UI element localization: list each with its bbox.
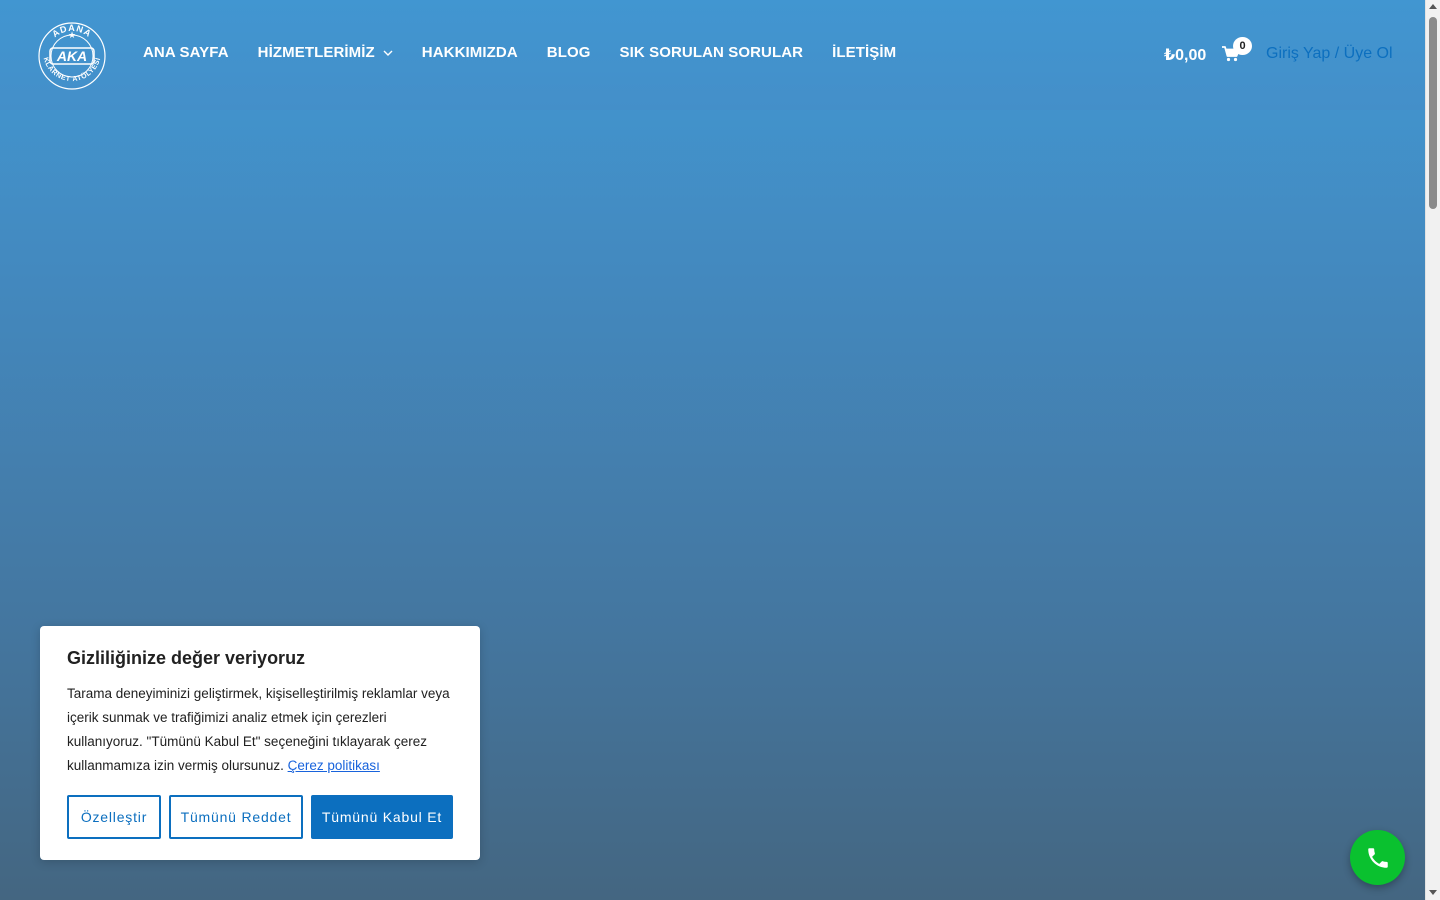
scrollbar-thumb[interactable]: [1429, 17, 1437, 209]
nav-home-label: ANA SAYFA: [143, 44, 229, 61]
nav-faq-label: SIK SORULAN SORULAR: [619, 44, 804, 61]
cookie-description: Tarama deneyiminizi geliştirmek, kişisel…: [67, 682, 453, 778]
logo-center-text: AKA: [56, 48, 87, 64]
scroll-down-arrow-icon[interactable]: [1429, 890, 1437, 895]
cookie-consent-banner: Gizliliğinize değer veriyoruz Tarama den…: [40, 626, 480, 860]
nav-contact-label: İLETİŞİM: [832, 44, 897, 61]
customize-button[interactable]: Özelleştir: [67, 795, 161, 839]
call-button[interactable]: [1350, 830, 1405, 885]
cookie-text: Tarama deneyiminizi geliştirmek, kişisel…: [67, 686, 450, 773]
hero-background: ADANA ★ AKA KLARNET ATÖLYESİ ANA SAYFA H…: [0, 0, 1425, 900]
cookie-title: Gizliliğinize değer veriyoruz: [67, 648, 306, 668]
star-icon: ★: [68, 30, 76, 40]
nav-home[interactable]: ANA SAYFA: [143, 44, 229, 61]
site-header: ADANA ★ AKA KLARNET ATÖLYESİ ANA SAYFA H…: [0, 0, 1425, 110]
cookie-buttons: Özelleştir Tümünü Reddet Tümünü Kabul Et: [67, 795, 461, 839]
page-scrollbar[interactable]: [1425, 0, 1440, 900]
chevron-down-icon: [383, 50, 393, 56]
main-nav: ANA SAYFA HİZMETLERİMİZ HAKKIMIZDA BLOG …: [143, 44, 925, 61]
cart-count-badge: 0: [1233, 37, 1252, 55]
nav-services[interactable]: HİZMETLERİMİZ: [258, 44, 393, 61]
nav-about[interactable]: HAKKIMIZDA: [422, 44, 518, 61]
accept-all-button[interactable]: Tümünü Kabul Et: [311, 795, 453, 839]
nav-blog[interactable]: BLOG: [547, 44, 591, 61]
reject-all-button[interactable]: Tümünü Reddet: [169, 795, 303, 839]
cookie-policy-link[interactable]: Çerez politikası: [288, 758, 380, 773]
nav-services-label: HİZMETLERİMİZ: [257, 44, 375, 61]
logo[interactable]: ADANA ★ AKA KLARNET ATÖLYESİ: [37, 18, 107, 92]
nav-blog-label: BLOG: [546, 44, 591, 61]
cart-total[interactable]: ₺0,00: [1164, 45, 1206, 65]
phone-icon: [1367, 847, 1388, 868]
nav-faq[interactable]: SIK SORULAN SORULAR: [620, 44, 804, 61]
nav-about-label: HAKKIMIZDA: [421, 44, 518, 61]
login-register-link[interactable]: Giriş Yap / Üye Ol: [1266, 45, 1393, 63]
nav-contact[interactable]: İLETİŞİM: [832, 44, 896, 61]
scroll-up-arrow-icon[interactable]: [1429, 4, 1437, 9]
